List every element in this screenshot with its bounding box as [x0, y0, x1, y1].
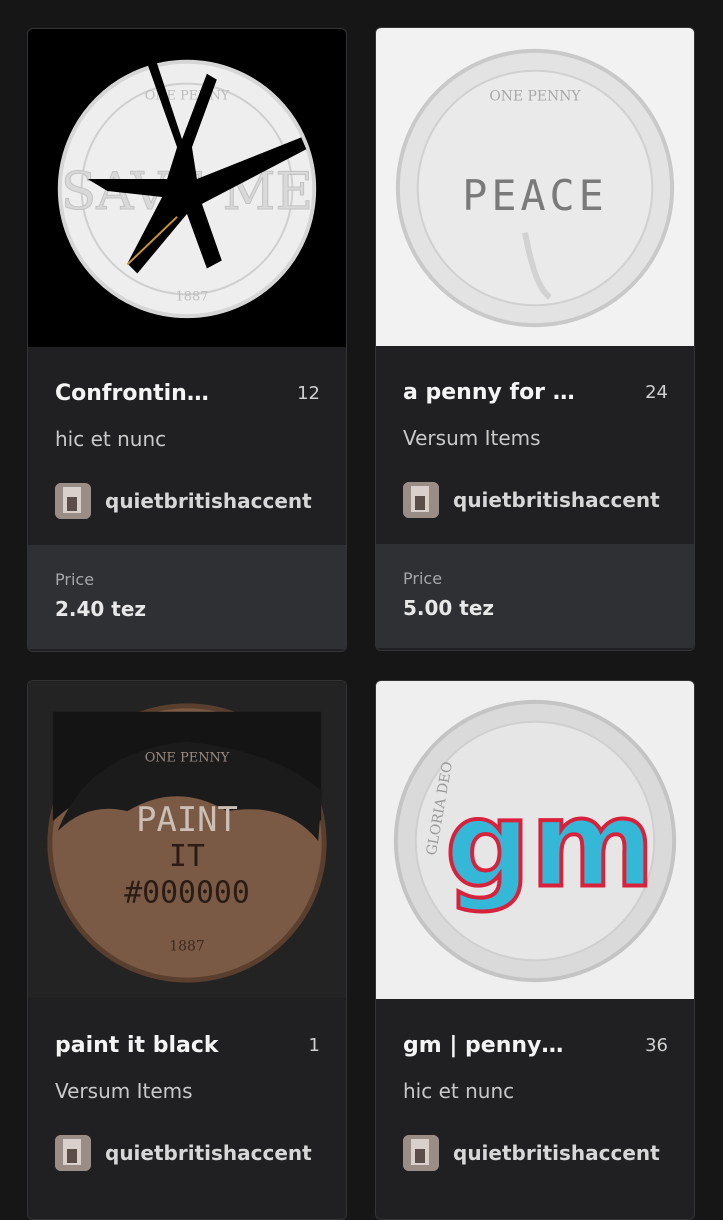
- peace-coin-artwork: ONE PENNY PEACE: [376, 28, 694, 346]
- broken-coin-artwork: ONE PENNY SAVE ME 1887: [57, 57, 317, 319]
- nft-thumbnail-broken-penny[interactable]: ONE PENNY SAVE ME 1887: [28, 29, 346, 347]
- creator-name[interactable]: quietbritishaccent: [453, 1141, 660, 1165]
- creator-name[interactable]: quietbritishaccent: [453, 488, 660, 512]
- platform-label[interactable]: hic et nunc: [403, 1079, 514, 1103]
- svg-text:IT: IT: [169, 839, 205, 874]
- svg-text:ONE PENNY: ONE PENNY: [145, 750, 230, 765]
- svg-text:1887: 1887: [176, 289, 209, 304]
- edition-count: 12: [297, 383, 320, 404]
- platform-label[interactable]: hic et nunc: [55, 427, 166, 451]
- price-section: Price 5.00 tez: [376, 544, 694, 648]
- painted-coin-artwork: ONE PENNY PAINT IT #000000 1887: [28, 681, 346, 999]
- creator-avatar[interactable]: [55, 483, 91, 519]
- creator-row[interactable]: quietbritishaccent: [403, 482, 660, 518]
- nft-thumbnail-painted-penny[interactable]: ONE PENNY PAINT IT #000000 1887: [28, 681, 346, 999]
- platform-label[interactable]: Versum Items: [55, 1079, 193, 1103]
- creator-row[interactable]: quietbritishaccent: [55, 1135, 312, 1171]
- creator-avatar[interactable]: [403, 482, 439, 518]
- nft-thumbnail-gm-penny[interactable]: GLORIA DEO gm: [376, 681, 694, 999]
- creator-name[interactable]: quietbritishaccent: [105, 1141, 312, 1165]
- svg-text:ONE PENNY: ONE PENNY: [489, 89, 581, 105]
- creator-name[interactable]: quietbritishaccent: [105, 489, 312, 513]
- edition-count: 1: [308, 1035, 320, 1056]
- nft-card-penny-for[interactable]: ONE PENNY PEACE a penny for … 24 Versum …: [375, 27, 695, 651]
- creator-row[interactable]: quietbritishaccent: [55, 483, 312, 519]
- svg-text:#000000: #000000: [124, 876, 250, 911]
- nft-title[interactable]: a penny for …: [403, 380, 575, 405]
- nft-thumbnail-peace-penny[interactable]: ONE PENNY PEACE: [376, 28, 694, 346]
- price-value: 5.00 tez: [403, 596, 495, 620]
- gm-coin-artwork: GLORIA DEO gm: [376, 681, 694, 999]
- nft-card-confronting[interactable]: ONE PENNY SAVE ME 1887 Confrontin… 12 hi…: [27, 28, 347, 652]
- edition-count: 36: [645, 1035, 668, 1056]
- creator-avatar[interactable]: [55, 1135, 91, 1171]
- nft-card-gm-penny[interactable]: GLORIA DEO gm gm | penny… 36 hic et nunc…: [375, 680, 695, 1220]
- price-label: Price: [403, 569, 443, 588]
- price-label: Price: [55, 570, 95, 589]
- platform-label[interactable]: Versum Items: [403, 426, 541, 450]
- creator-avatar[interactable]: [403, 1135, 439, 1171]
- nft-card-paint-it-black[interactable]: ONE PENNY PAINT IT #000000 1887 paint it…: [27, 680, 347, 1220]
- creator-row[interactable]: quietbritishaccent: [403, 1135, 660, 1171]
- svg-text:gm: gm: [445, 776, 655, 915]
- nft-title[interactable]: gm | penny…: [403, 1033, 563, 1058]
- edition-count: 24: [645, 382, 668, 403]
- nft-title[interactable]: Confrontin…: [55, 381, 209, 406]
- svg-text:PAINT: PAINT: [136, 800, 238, 839]
- svg-text:PEACE: PEACE: [462, 171, 607, 220]
- nft-title[interactable]: paint it black: [55, 1033, 219, 1058]
- price-section: Price 2.40 tez: [28, 545, 346, 649]
- svg-text:1887: 1887: [169, 938, 204, 954]
- price-value: 2.40 tez: [55, 597, 147, 621]
